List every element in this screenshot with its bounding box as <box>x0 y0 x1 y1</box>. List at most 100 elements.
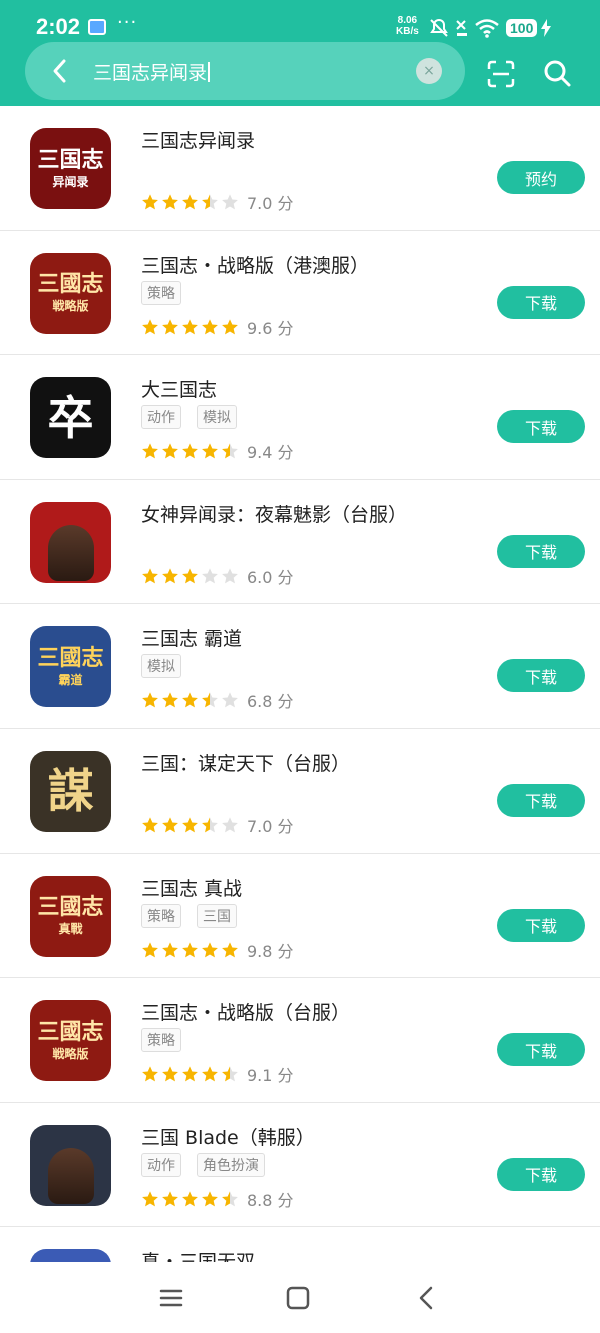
download-button[interactable]: 下载 <box>497 908 585 942</box>
result-item[interactable]: 真・三国无双 <box>0 1227 600 1262</box>
app-icon-logo-subtext: 戦略版 <box>52 299 89 314</box>
menu-icon[interactable] <box>157 1284 185 1312</box>
rating-score: 9.6 分 <box>247 318 294 338</box>
star-filled-icon <box>142 1191 158 1207</box>
star-filled-icon <box>182 941 198 957</box>
app-icon-logo-subtext: 戦略版 <box>52 1046 89 1061</box>
category-tag[interactable]: 策略 <box>141 1028 181 1053</box>
app-icon[interactable]: 卒 <box>30 377 111 459</box>
result-item[interactable]: 女神异闻录：夜幕魅影（台服） 6.0 分 下载 <box>0 480 600 605</box>
result-title[interactable]: 三国志・战略版（港澳服） <box>141 251 369 278</box>
app-icon-logo-subtext: 异闻录 <box>52 174 89 189</box>
search-bar[interactable]: 三国志异闻录 × <box>25 42 465 100</box>
app-icon[interactable]: 三國志 真戰 <box>30 875 111 957</box>
star-filled-icon <box>182 692 198 708</box>
star-filled-icon <box>162 194 178 210</box>
charging-icon <box>541 19 552 37</box>
download-button[interactable]: 下载 <box>497 1157 585 1191</box>
download-button[interactable]: 下载 <box>497 1033 585 1067</box>
reserve-button[interactable]: 预约 <box>497 161 585 194</box>
star-empty-icon <box>222 194 238 210</box>
search-input[interactable]: 三国志异闻录 <box>93 58 211 85</box>
result-item[interactable]: 三國志 戦略版 三国志・战略版（港澳服） 策略 9.6 分 下载 <box>0 231 600 356</box>
status-icons: 100 <box>428 16 552 40</box>
battery-level: 100 <box>506 19 538 37</box>
result-title[interactable]: 三国：谋定天下（台服） <box>141 749 350 776</box>
result-title[interactable]: 大三国志 <box>141 375 217 402</box>
app-icon[interactable]: 三國志 戦略版 <box>30 252 111 334</box>
result-title[interactable]: 三国志 霸道 <box>141 624 242 651</box>
app-icon[interactable]: 三國志 霸道 <box>30 626 111 708</box>
search-results-list: 三国志 异闻录 三国志异闻录 7.0 分预约 三國志 戦略版 三国志・战略版（港澳服） 策略 9… <box>0 106 600 1262</box>
app-icon-artwork <box>47 1148 94 1205</box>
rating: 7.0 分 <box>141 813 294 837</box>
app-icon-logo-text: 三國志 <box>37 645 104 672</box>
search-icon[interactable] <box>542 58 572 88</box>
app-icon-logo: 謀 <box>48 767 94 816</box>
app-icon-logo-subtext: 真戰 <box>58 922 83 937</box>
download-button[interactable]: 下载 <box>497 285 585 319</box>
more-notifications-icon: ··· <box>117 12 138 33</box>
result-item[interactable]: 謀 三国：谋定天下（台服） 7.0 分 下载 <box>0 729 600 854</box>
star-filled-icon <box>162 443 178 459</box>
rating-score: 9.8 分 <box>247 941 294 961</box>
star-filled-icon <box>142 817 158 833</box>
tag-list: 策略 <box>141 1028 197 1053</box>
result-title[interactable]: 三国志 真战 <box>141 874 242 901</box>
clear-search-button[interactable]: × <box>416 58 442 84</box>
app-icon-logo-text: 三国志 <box>37 146 104 173</box>
result-title[interactable]: 三国志异闻录 <box>141 126 255 153</box>
result-item[interactable]: 三國志 真戰 三国志 真战 策略 三国 9.8 分 下载 <box>0 854 600 979</box>
category-tag[interactable]: 策略 <box>141 903 181 928</box>
system-nav-bar <box>0 1262 600 1333</box>
download-button[interactable]: 下载 <box>497 659 585 693</box>
category-tag[interactable]: 三国 <box>197 903 237 928</box>
scan-icon[interactable] <box>486 59 516 89</box>
star-half-icon <box>222 1066 238 1082</box>
category-tag[interactable]: 动作 <box>141 405 181 430</box>
result-title[interactable]: 女神异闻录：夜幕魅影（台服） <box>141 500 407 527</box>
tag-list: 动作 角色扮演 <box>141 1152 281 1177</box>
app-icon[interactable]: 謀 <box>30 750 111 832</box>
rating: 6.0 分 <box>141 564 294 588</box>
rating-score: 7.0 分 <box>247 816 294 836</box>
back-arrow-icon[interactable] <box>47 57 73 85</box>
download-button[interactable]: 下载 <box>497 783 585 817</box>
app-icon[interactable] <box>30 501 111 583</box>
app-icon-logo: 三國志 戦略版 <box>37 273 103 313</box>
category-tag[interactable]: 模拟 <box>141 654 181 679</box>
star-filled-icon <box>202 941 218 957</box>
category-tag[interactable]: 角色扮演 <box>197 1152 265 1177</box>
star-half-icon <box>202 692 218 708</box>
network-speed: 8.06 KB/s <box>396 15 419 37</box>
home-icon[interactable] <box>284 1284 312 1312</box>
tag-list: 模拟 <box>141 654 197 679</box>
category-tag[interactable]: 策略 <box>141 280 181 305</box>
text-cursor <box>208 62 211 82</box>
result-title[interactable]: 三国志・战略版（台服） <box>141 998 350 1025</box>
back-icon[interactable] <box>413 1284 441 1312</box>
result-item[interactable]: 三國志 霸道 三国志 霸道 模拟 6.8 分 下载 <box>0 604 600 729</box>
result-item[interactable]: 三國志 戦略版 三国志・战略版（台服） 策略 9.1 分 下载 <box>0 978 600 1103</box>
result-item[interactable]: 三国 Blade（韩服） 动作 角色扮演 8.8 分 下载 <box>0 1103 600 1228</box>
result-title[interactable]: 真・三国无双 <box>141 1247 255 1262</box>
result-item[interactable]: 三国志 异闻录 三国志异闻录 7.0 分预约 <box>0 106 600 231</box>
category-tag[interactable]: 动作 <box>141 1152 181 1177</box>
star-filled-icon <box>182 1066 198 1082</box>
app-icon[interactable] <box>30 1124 111 1206</box>
app-icon[interactable]: 三國志 戦略版 <box>30 1000 111 1082</box>
download-button[interactable]: 下载 <box>497 410 585 444</box>
app-icon[interactable] <box>30 1249 111 1262</box>
result-title[interactable]: 三国 Blade（韩服） <box>141 1123 315 1150</box>
star-filled-icon <box>142 692 158 708</box>
star-filled-icon <box>182 194 198 210</box>
notification-app-icon <box>88 19 106 35</box>
tag-list: 动作 模拟 <box>141 405 253 430</box>
status-time: 2:02 <box>36 14 81 39</box>
category-tag[interactable]: 模拟 <box>197 405 237 430</box>
download-button[interactable]: 下载 <box>497 534 585 568</box>
star-half-icon <box>222 1191 238 1207</box>
app-icon[interactable]: 三国志 异闻录 <box>30 128 111 209</box>
result-item[interactable]: 卒 大三国志 动作 模拟 9.4 分 下载 <box>0 355 600 480</box>
search-query[interactable]: 三国志异闻录 <box>93 62 207 84</box>
